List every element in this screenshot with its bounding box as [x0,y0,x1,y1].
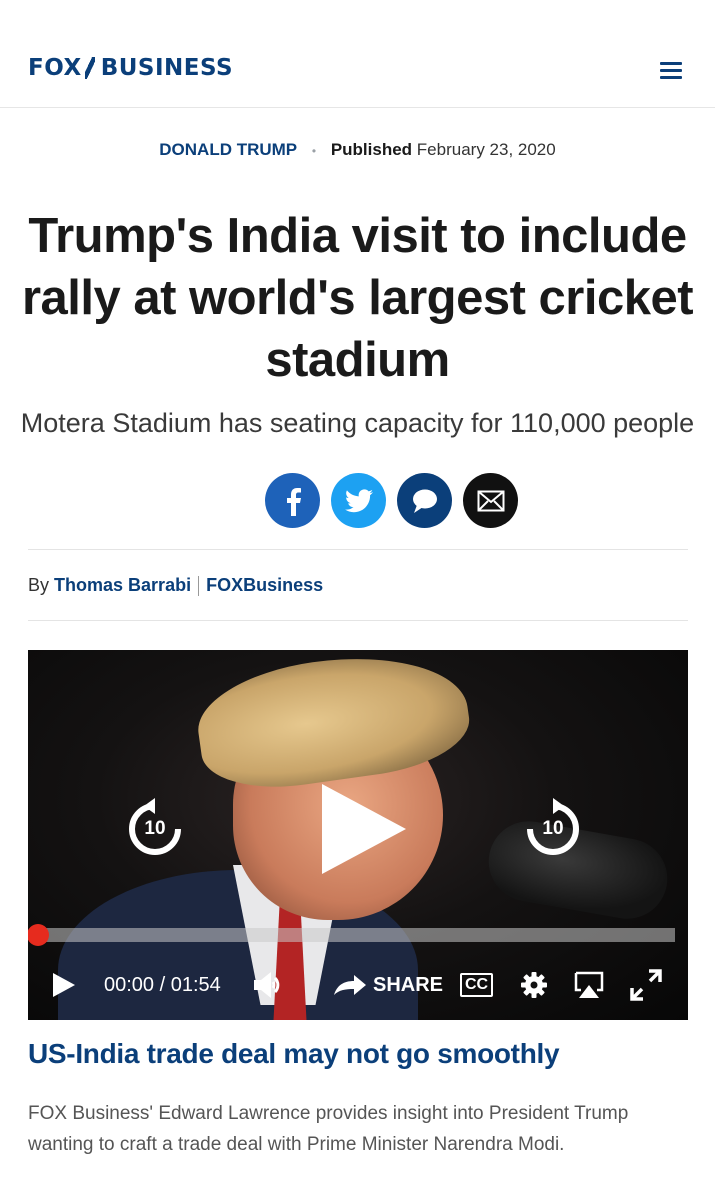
share-label: SHARE [373,973,444,996]
author-link[interactable]: Thomas Barrabi [54,575,191,595]
article-headline: Trump's India visit to include rally at … [21,209,694,387]
rewind-10-button[interactable]: 10 [124,798,186,860]
video-player[interactable]: 10 10 00:00 / 01:54 SHARE CC [28,650,688,1020]
hamburger-menu-icon[interactable] [660,62,684,80]
facebook-icon [286,487,301,516]
fullscreen-icon [630,969,662,1001]
category-link[interactable]: DONALD TRUMP [159,140,297,159]
rewind-label: 10 [144,818,166,839]
facebook-share-button[interactable] [265,473,320,528]
divider-bottom [28,620,688,621]
time-separator: / [159,973,166,996]
play-icon [322,784,406,874]
forward-label: 10 [542,818,564,839]
share-buttons [265,473,518,529]
volume-button[interactable] [253,965,291,1005]
video-caption-description: FOX Business' Edward Lawrence provides i… [28,1103,629,1155]
logo-slash-mark [84,57,95,79]
play-small-icon [53,973,75,997]
video-control-bar: 00:00 / 01:54 SHARE CC [28,965,688,1005]
current-time: 00:00 [104,973,155,996]
published-date: February 23, 2020 [416,140,556,159]
site-header: FOX BUSINESS [0,0,715,108]
outlet-link[interactable]: FOXBusiness [206,575,323,595]
fullscreen-button[interactable] [629,965,663,1005]
byline: By Thomas Barrabi FOXBusiness [28,575,323,597]
comment-icon [412,489,437,513]
twitter-icon [344,488,373,512]
divider-top [28,549,688,550]
twitter-share-button[interactable] [331,473,386,528]
email-share-button[interactable] [463,473,518,528]
cc-icon: CC [460,973,494,997]
cc-label: CC [465,976,489,993]
published-label: Published [330,140,413,159]
email-icon [477,490,504,511]
logo-business-text: BUSINESS [100,55,234,81]
share-video-button[interactable]: SHARE [333,965,443,1005]
share-arrow-icon [334,975,366,995]
forward-10-button[interactable]: 10 [522,798,584,860]
article-meta: DONALD TRUMP • Published February 23, 20… [0,140,715,160]
logo-fox-text: FOX [28,55,82,81]
duration: 01:54 [170,973,221,996]
airplay-button[interactable] [573,965,605,1005]
progress-scrubber[interactable] [28,924,49,946]
comment-share-button[interactable] [397,473,452,528]
video-caption-title[interactable]: US-India trade deal may not go smoothly [28,1038,560,1070]
airplay-icon [574,971,604,998]
gear-icon [521,972,547,998]
article-subheadline: Motera Stadium has seating capacity for … [20,408,695,438]
big-play-button[interactable] [320,782,410,876]
byline-by: By [28,575,50,595]
meta-separator: • [311,143,317,158]
closed-captions-button[interactable]: CC [460,965,494,1005]
time-display: 00:00 / 01:54 [104,965,221,1005]
byline-separator [198,576,200,597]
settings-button[interactable] [520,965,548,1005]
video-progress-bar[interactable] [28,924,675,946]
foxbusiness-logo[interactable]: FOX BUSINESS [28,55,233,81]
play-pause-button[interactable] [52,965,76,1005]
volume-icon [254,972,280,998]
